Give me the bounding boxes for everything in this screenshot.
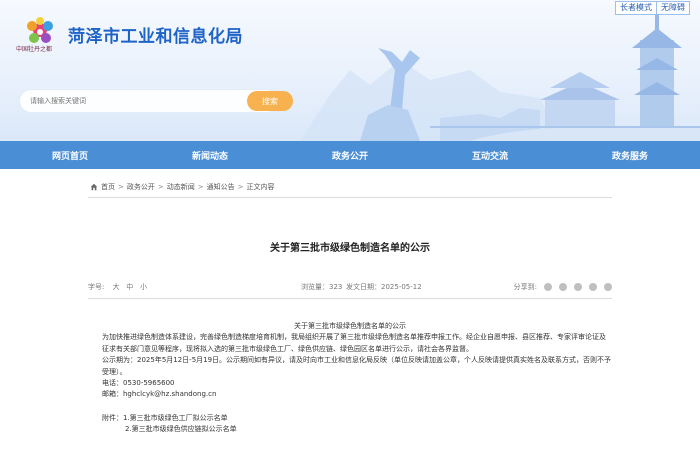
weibo-icon[interactable] (559, 283, 567, 291)
attachment-1[interactable]: 附件：1.第三批市级绿色工厂拟公示名单 (88, 413, 612, 424)
search-input[interactable] (20, 90, 278, 112)
date-value: 2025-05-12 (381, 283, 422, 291)
search-bar: 搜索 (20, 90, 293, 112)
nav-item-interaction[interactable]: 互动交流 (420, 141, 560, 169)
content-title: 关于第三批市级绿色制造名单的公示 (294, 322, 406, 330)
contact-phone: 电话：0530-5965600 (102, 379, 175, 388)
nav-item-public-affairs[interactable]: 政务公开 (280, 141, 420, 169)
qq-icon[interactable] (574, 283, 582, 291)
header-banner: 中国牡丹之都 菏泽市工业和信息化局 长者模式 无障碍 搜索 (0, 0, 700, 141)
site-title: 菏泽市工业和信息化局 (68, 27, 243, 47)
font-size-small[interactable]: 小 (140, 283, 147, 291)
breadcrumb-separator: > (118, 183, 124, 191)
paragraph-intro: 为加快推进绿色制造体系建设，完善绿色制造梯度培育机制，我局组织开展了第三批市级绿… (102, 333, 606, 353)
views-count: 浏览量：323 (301, 282, 342, 292)
article-title: 关于第三批市级绿色制造名单的公示 (270, 243, 430, 254)
breadcrumb-current: 正文内容 (246, 183, 275, 191)
logo-caption: 中国牡丹之都 (16, 46, 53, 53)
breadcrumb-divider (88, 197, 612, 198)
article-meta: 字号: 大 中 小 浏览量：323 发文日期：2025-05-12 分享到: (88, 282, 612, 294)
print-icon[interactable] (604, 283, 612, 291)
home-icon (90, 183, 98, 191)
date-label: 发文日期： (346, 283, 381, 291)
article-body: 关于第三批市级绿色制造名单的公示 为加快推进绿色制造体系建设，完善绿色制造梯度培… (88, 321, 612, 436)
views-label: 浏览量： (301, 283, 329, 291)
qzone-icon[interactable] (589, 283, 597, 291)
breadcrumb-public-affairs[interactable]: 政务公开 (127, 182, 155, 192)
wechat-icon[interactable] (544, 283, 552, 291)
breadcrumb-separator: > (197, 183, 204, 191)
breadcrumb-home[interactable]: 首页 (101, 182, 115, 192)
nav-item-home[interactable]: 网页首页 (0, 141, 140, 169)
nav-item-services[interactable]: 政务服务 (560, 141, 700, 169)
breadcrumb-notices[interactable]: 通知公告 (207, 182, 235, 192)
font-size-medium[interactable]: 中 (126, 283, 133, 291)
share-label: 分享到: (513, 283, 537, 291)
share-bar: 分享到: (514, 282, 612, 292)
accessibility-link[interactable]: 无障碍 (657, 1, 690, 15)
search-button[interactable]: 搜索 (247, 91, 293, 111)
top-links: 长者模式 无障碍 (615, 1, 690, 15)
font-size-controls: 字号: 大 中 小 (88, 282, 147, 292)
font-size-label: 字号: (88, 283, 105, 291)
contact-email: 邮箱：hghclcyk@hz.shandong.cn (102, 390, 217, 399)
nav-item-news[interactable]: 新闻动态 (140, 141, 280, 169)
breadcrumb: 首页 > 政务公开 > 动态新闻 > 通知公告 > 正文内容 (90, 182, 275, 192)
meta-divider (88, 298, 612, 299)
elder-mode-link[interactable]: 长者模式 (615, 1, 657, 15)
paragraph-period: 公示期为：2025年5月12日-5月19日。公示期间如有异议，请及时向市工业和信… (102, 356, 612, 376)
main-nav: 网页首页 新闻动态 政务公开 互动交流 政务服务 (0, 141, 700, 169)
attachment-2[interactable]: 2.第三批市级绿色供应链拟公示名单 (88, 424, 612, 435)
breadcrumb-separator: > (237, 183, 244, 191)
font-size-large[interactable]: 大 (113, 283, 120, 291)
publish-date: 发文日期：2025-05-12 (346, 282, 422, 292)
breadcrumb-news[interactable]: 动态新闻 (167, 182, 195, 192)
views-value: 323 (329, 283, 343, 291)
breadcrumb-separator: > (157, 183, 164, 191)
